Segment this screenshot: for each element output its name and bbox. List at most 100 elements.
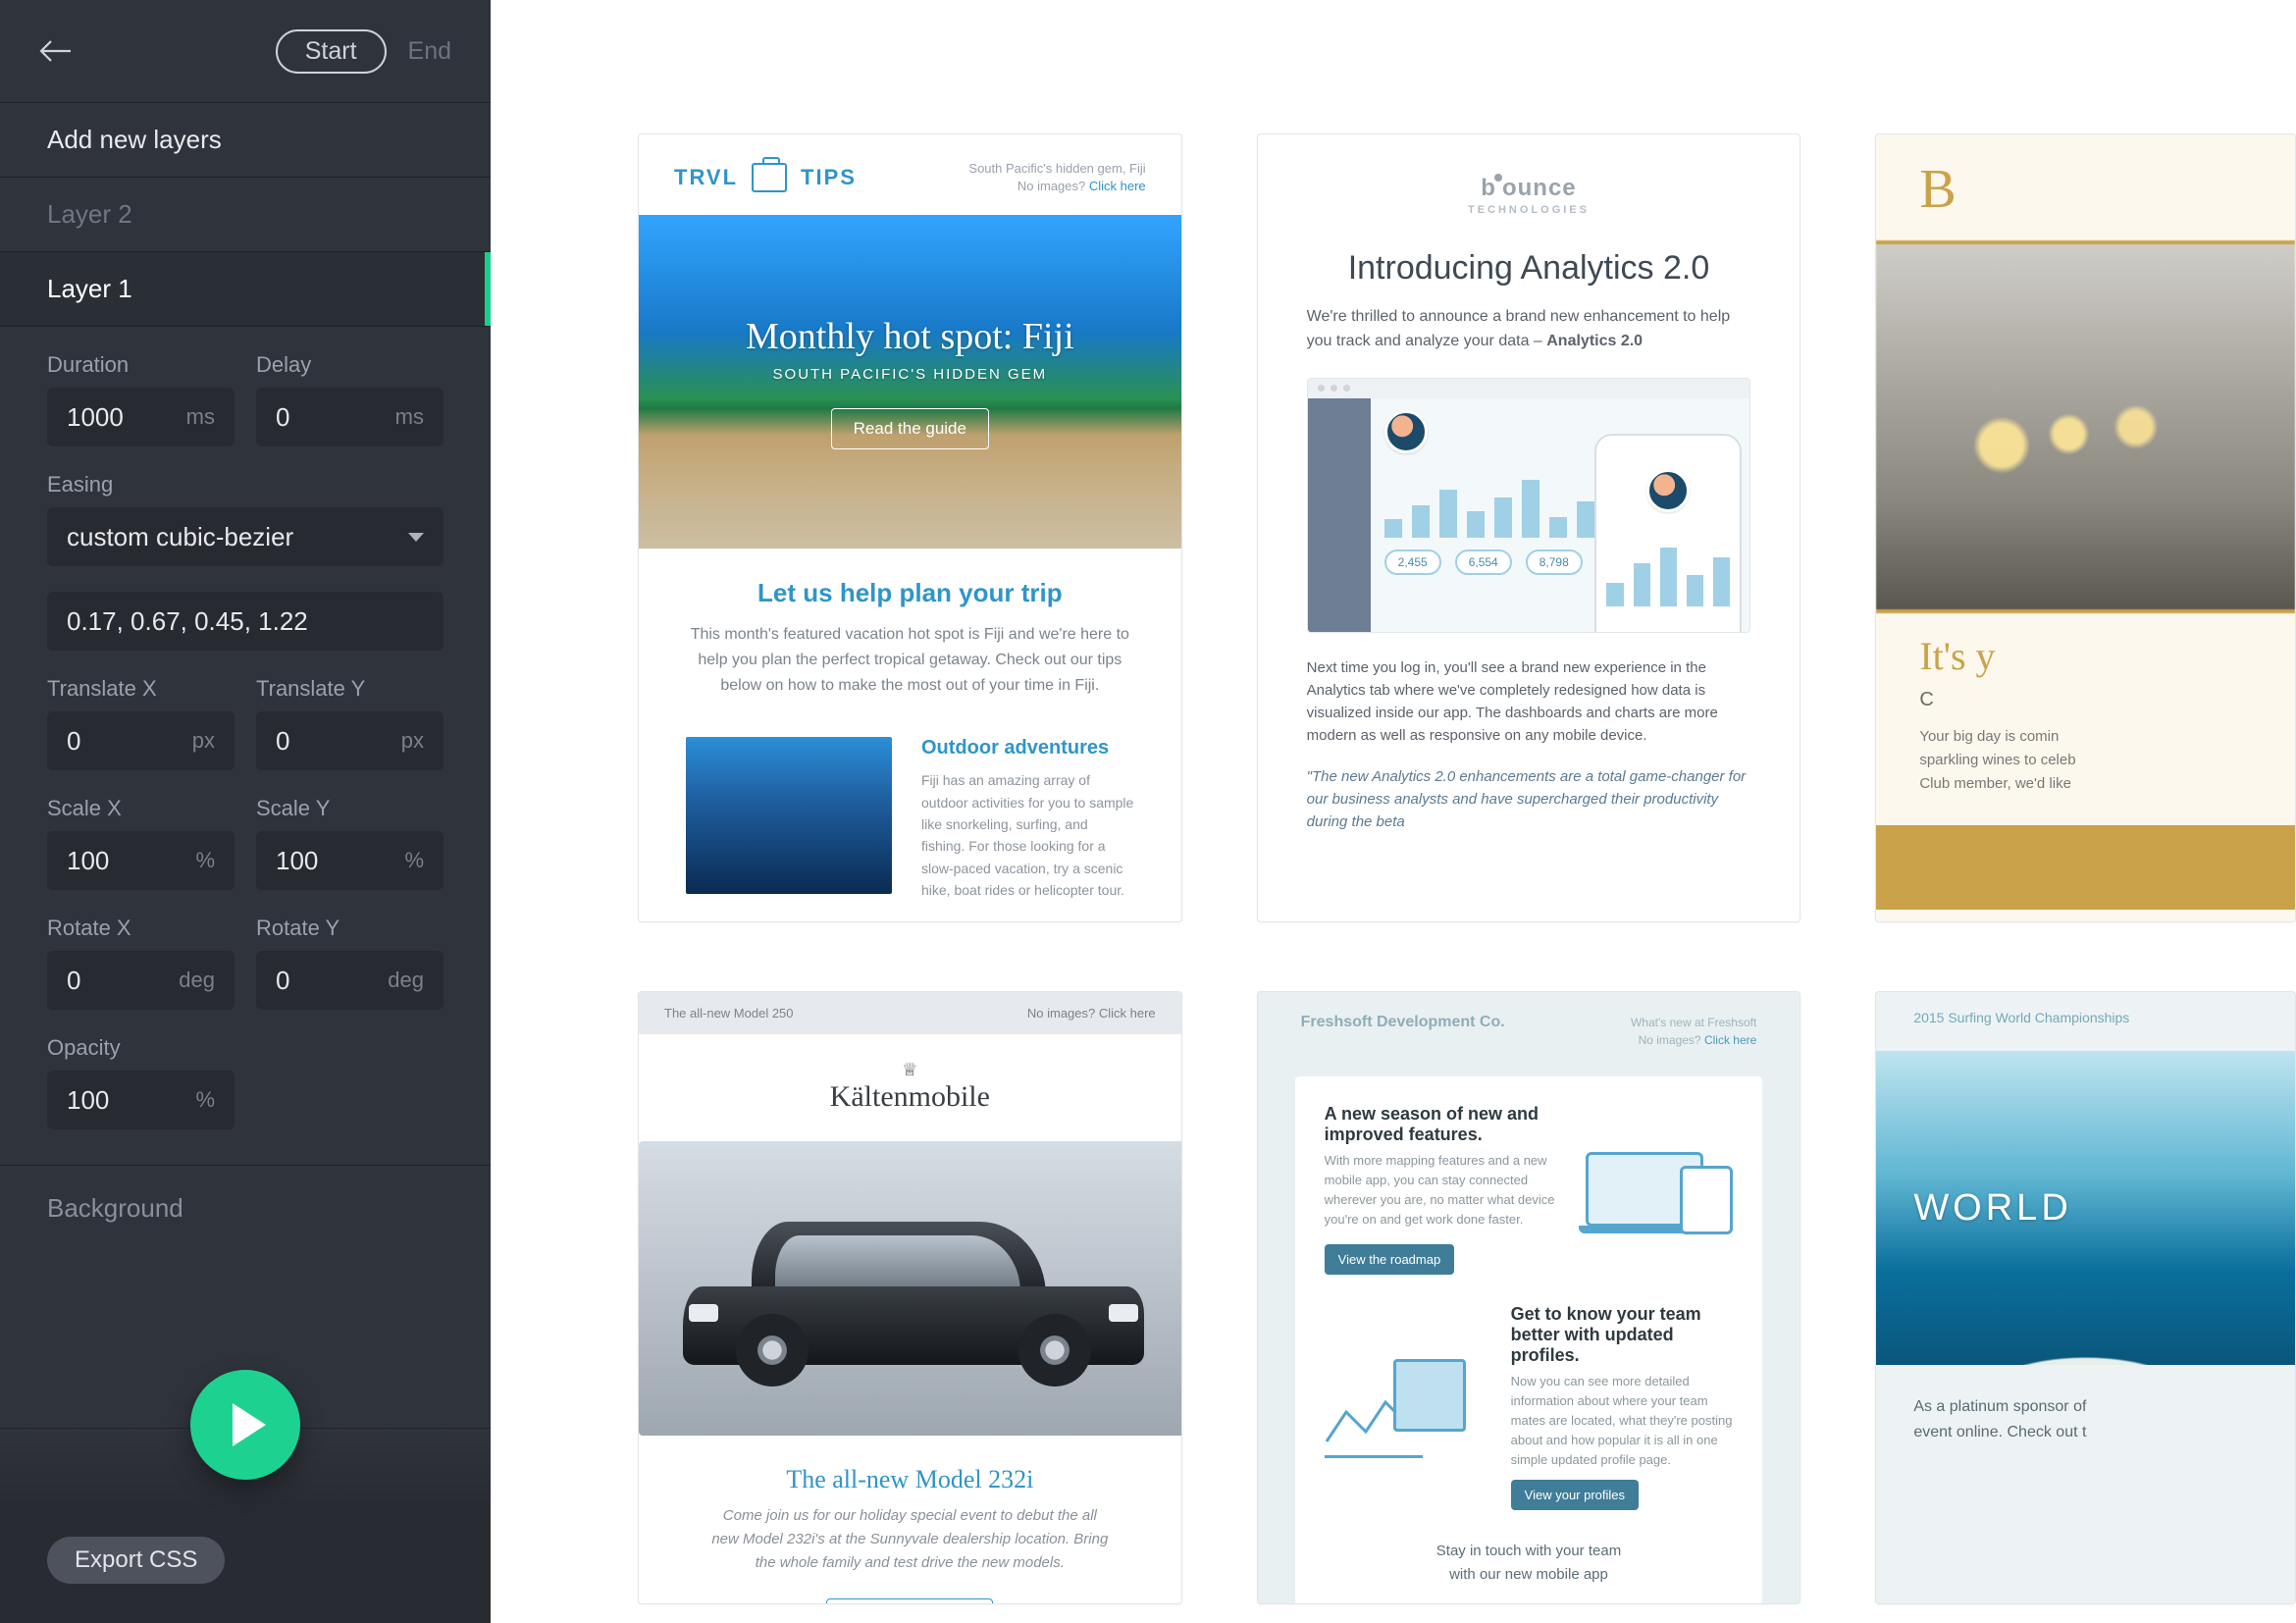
keyframe-tabs: Start End (276, 29, 451, 74)
gold-footer-bar (1876, 825, 2295, 910)
stat-pill: 2,455 (1384, 550, 1441, 575)
trvl-logo-left: TRVL (674, 165, 738, 190)
footer-text: Stay in touch with your team with our ne… (1325, 1540, 1734, 1586)
body-paragraph: Next time you log in, you'll see a brand… (1307, 656, 1751, 748)
meta-link[interactable]: Click here (1089, 179, 1146, 193)
trvl-logo: TRVL TIPS (674, 163, 857, 192)
opacity-label: Opacity (47, 1035, 235, 1061)
section-heading: Let us help plan your trip (686, 578, 1134, 608)
translatex-value[interactable]: 0 (67, 726, 192, 757)
profiles-button[interactable]: View your profiles (1511, 1480, 1639, 1510)
scaley-label: Scale Y (256, 796, 444, 821)
hero-image: Monthly hot spot: Fiji SOUTH PACIFIC'S H… (639, 215, 1181, 549)
template-freshsoft[interactable]: Freshsoft Development Co. What's new at … (1257, 991, 1801, 1604)
avatar-icon (1384, 410, 1428, 453)
rotatey-value[interactable]: 0 (276, 966, 388, 996)
easing-select[interactable]: custom cubic-bezier (47, 507, 444, 566)
bar-chart-icon (1606, 528, 1730, 606)
lead-paragraph: We're thrilled to announce a brand new e… (1307, 305, 1751, 354)
bezier-input[interactable]: 0.17, 0.67, 0.45, 1.22 (47, 592, 444, 651)
unit-ms: ms (395, 404, 424, 430)
layer-item-2[interactable]: Layer 2 (0, 178, 491, 252)
hero-cta-button[interactable]: Read the guide (831, 408, 989, 449)
translatey-label: Translate Y (256, 676, 444, 702)
bounce-subbrand: TECHNOLOGIES (1307, 204, 1751, 216)
freshsoft-brand: Freshsoft Development Co. (1301, 1014, 1505, 1049)
easing-label: Easing (47, 472, 444, 497)
header-meta: What's new at Freshsoft No images? Click… (1631, 1014, 1756, 1049)
sidebar-top: Start End (0, 0, 491, 103)
hero-title: Monthly hot spot: Fiji (746, 315, 1074, 358)
delay-input[interactable]: 0 ms (256, 388, 444, 446)
unit-pct: % (404, 848, 424, 873)
meta-link[interactable]: Click here (1704, 1033, 1756, 1047)
scaley-value[interactable]: 100 (276, 846, 404, 876)
wave-hero: WORLD (1876, 1051, 2295, 1365)
feature-heading: Outdoor adventures (921, 737, 1134, 759)
play-button[interactable] (190, 1370, 300, 1480)
layer-item-1[interactable]: Layer 1 (0, 252, 491, 327)
body-paragraph: Your big day is comin sparkling wines to… (1876, 711, 2295, 796)
feature-paragraph: Now you can see more detailed informatio… (1511, 1372, 1734, 1471)
hero-photo (1876, 240, 2295, 613)
devices-icon (1586, 1140, 1733, 1238)
feature-heading: Get to know your team better with update… (1511, 1304, 1734, 1366)
trvl-logo-right: TIPS (801, 165, 857, 190)
opacity-value[interactable]: 100 (67, 1085, 195, 1116)
arrow-left-icon (39, 38, 73, 64)
bezier-value[interactable]: 0.17, 0.67, 0.45, 1.22 (67, 606, 424, 637)
scalex-value[interactable]: 100 (67, 846, 195, 876)
stat-pill: 8,798 (1526, 550, 1583, 575)
opacity-input[interactable]: 100 % (47, 1071, 235, 1129)
sidebar-footer: Export CSS (0, 1428, 491, 1623)
template-surf[interactable]: 2015 Surfing World Championships WORLD A… (1875, 991, 2296, 1604)
hero-title: WORLD (1913, 1187, 2071, 1230)
unit-deg: deg (388, 968, 424, 993)
template-bounce[interactable]: bbounceounce TECHNOLOGIES Introducing An… (1257, 133, 1801, 922)
add-new-layers[interactable]: Add new layers (0, 103, 491, 178)
stat-pill: 6,554 (1455, 550, 1512, 575)
background-section[interactable]: Background (0, 1165, 491, 1251)
register-button[interactable]: REGISTER NOW (826, 1598, 993, 1604)
chevron-down-icon (408, 533, 424, 542)
scaley-input[interactable]: 100 % (256, 831, 444, 890)
template-kaltenmobile[interactable]: The all-new Model 250 No images? Click h… (638, 991, 1182, 1604)
script-logo: B (1876, 134, 2295, 221)
back-button[interactable] (39, 31, 78, 71)
canvas[interactable]: TRVL TIPS South Pacific's hidden gem, Fi… (491, 0, 2296, 1623)
unit-pct: % (195, 848, 215, 873)
car-image (639, 1141, 1182, 1436)
roadmap-button[interactable]: View the roadmap (1325, 1244, 1455, 1275)
rotatex-value[interactable]: 0 (67, 966, 179, 996)
rotatex-label: Rotate X (47, 916, 235, 941)
translatex-label: Translate X (47, 676, 235, 702)
dashboard-mock: 2,455 6,554 8,798 (1307, 378, 1751, 633)
delay-value[interactable]: 0 (276, 402, 395, 433)
rotatex-input[interactable]: 0 deg (47, 951, 235, 1010)
template-trvl-tips[interactable]: TRVL TIPS South Pacific's hidden gem, Fi… (638, 133, 1182, 922)
duration-label: Duration (47, 352, 235, 378)
feature-heading: A new season of new and improved feature… (1325, 1104, 1557, 1145)
layer-properties: Duration 1000 ms Delay 0 ms Easing custo… (0, 327, 491, 1165)
tab-end[interactable]: End (408, 37, 451, 66)
section-paragraph: This month's featured vacation hot spot … (686, 622, 1134, 698)
scalex-input[interactable]: 100 % (47, 831, 235, 890)
tab-start[interactable]: Start (276, 29, 387, 74)
feature-paragraph: With more mapping features and a new mob… (1325, 1151, 1557, 1230)
translatex-input[interactable]: 0 px (47, 711, 235, 770)
bar-right-link[interactable]: No images? Click here (1027, 1006, 1156, 1021)
scalex-label: Scale X (47, 796, 235, 821)
profile-chart-icon (1325, 1353, 1482, 1461)
bar-left: The all-new Model 250 (664, 1006, 794, 1021)
duration-value[interactable]: 1000 (67, 402, 186, 433)
duration-input[interactable]: 1000 ms (47, 388, 235, 446)
export-css-button[interactable]: Export CSS (47, 1537, 225, 1584)
hero-subtitle: SOUTH PACIFIC'S HIDDEN GEM (773, 366, 1048, 383)
translatey-value[interactable]: 0 (276, 726, 401, 757)
template-row-2: The all-new Model 250 No images? Click h… (638, 991, 2296, 1604)
testimonial-quote: "The new Analytics 2.0 enhancements are … (1307, 765, 1751, 834)
template-blair[interactable]: B It's y C Your big day is comin sparkli… (1875, 133, 2296, 922)
template-row-1: TRVL TIPS South Pacific's hidden gem, Fi… (638, 133, 2296, 922)
translatey-input[interactable]: 0 px (256, 711, 444, 770)
rotatey-input[interactable]: 0 deg (256, 951, 444, 1010)
